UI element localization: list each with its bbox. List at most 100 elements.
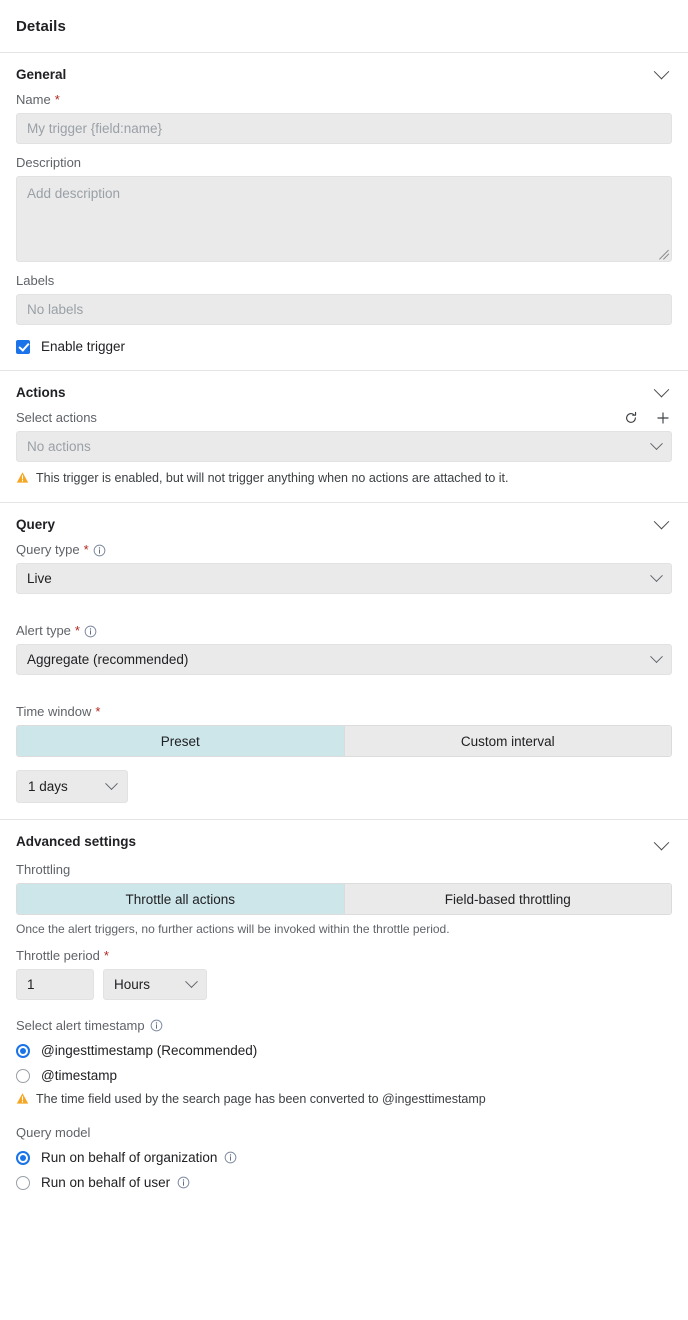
field-time-window: Time window * Preset Custom interval 1 d… <box>16 704 672 803</box>
advanced-title: Advanced settings <box>16 834 137 849</box>
select-actions-value: No actions <box>27 439 91 454</box>
required-marker: * <box>103 948 109 963</box>
general-collapse-toggle[interactable] <box>650 63 672 81</box>
alert-timestamp-label: Select alert timestamp <box>16 1018 145 1033</box>
timestamp-option-ingesttimestamp[interactable]: @ingesttimestamp (Recommended) <box>16 1043 672 1058</box>
timestamp-radio-ingesttimestamp[interactable] <box>16 1043 30 1058</box>
actions-warning-text: This trigger is enabled, but will not tr… <box>36 471 509 485</box>
chevron-down-icon <box>650 650 663 664</box>
time-window-option-preset[interactable]: Preset <box>17 726 344 756</box>
query-model-option-organization[interactable]: Run on behalf of organization <box>16 1150 672 1165</box>
timestamp-warning: The time field used by the search page h… <box>16 1091 672 1107</box>
description-placeholder: Add description <box>27 186 121 201</box>
query-model-text-organization: Run on behalf of organization <box>41 1150 218 1165</box>
field-name: Name * My trigger {field:name} <box>16 92 672 144</box>
throttle-period-label: Throttle period <box>16 948 100 963</box>
description-label-row: Description <box>16 155 672 171</box>
required-marker: * <box>83 542 89 557</box>
throttling-label: Throttling <box>16 862 71 877</box>
throttle-period-controls: 1 Hours <box>16 969 672 1000</box>
refresh-icon[interactable] <box>624 411 638 425</box>
section-actions: Actions Select actions No actions This t… <box>0 371 688 503</box>
enable-trigger-label: Enable trigger <box>41 339 126 354</box>
field-throttle-period: Throttle period * 1 Hours <box>16 948 672 1000</box>
name-label: Name <box>16 92 51 107</box>
info-icon[interactable] <box>84 625 97 638</box>
resize-handle-icon[interactable] <box>657 248 669 260</box>
enable-trigger-row[interactable]: Enable trigger <box>16 339 672 354</box>
time-window-option-custom-interval[interactable]: Custom interval <box>343 726 671 756</box>
throttling-option-field-based[interactable]: Field-based throttling <box>343 884 671 914</box>
query-model-radio-organization[interactable] <box>16 1150 30 1165</box>
field-labels: Labels No labels <box>16 273 672 325</box>
throttling-hint: Once the alert triggers, no further acti… <box>16 922 450 936</box>
query-model-option-user[interactable]: Run on behalf of user <box>16 1175 672 1190</box>
chevron-down-icon <box>653 834 669 850</box>
info-icon[interactable] <box>93 544 106 557</box>
timestamp-option-timestamp[interactable]: @timestamp <box>16 1068 672 1083</box>
field-alert-type: Alert type * Aggregate (recommended) <box>16 623 672 675</box>
actions-icon-group <box>624 411 672 425</box>
select-actions-label: Select actions <box>16 410 97 425</box>
throttling-option-all-actions[interactable]: Throttle all actions <box>17 884 344 914</box>
actions-collapse-toggle[interactable] <box>650 381 672 399</box>
throttle-period-input[interactable]: 1 <box>16 969 94 1000</box>
query-model-radio-user[interactable] <box>16 1175 30 1190</box>
advanced-collapse-toggle[interactable] <box>650 834 672 852</box>
info-icon[interactable] <box>150 1019 163 1032</box>
throttle-period-unit-dropdown[interactable]: Hours <box>103 969 207 1000</box>
alert-type-label-row: Alert type * <box>16 623 672 639</box>
chevron-down-icon <box>185 975 198 989</box>
plus-icon[interactable] <box>656 411 670 425</box>
preset-duration-value: 1 days <box>28 779 68 794</box>
time-window-label-row: Time window * <box>16 704 672 720</box>
query-model-text-user: Run on behalf of user <box>41 1175 171 1190</box>
select-actions-row: Select actions <box>16 410 672 426</box>
alert-type-value: Aggregate (recommended) <box>27 652 189 667</box>
warning-icon <box>16 1093 29 1104</box>
general-header: General <box>16 63 672 82</box>
chevron-down-icon <box>650 437 663 451</box>
enable-trigger-checkbox[interactable] <box>16 339 30 354</box>
query-collapse-toggle[interactable] <box>650 513 672 531</box>
time-window-label: Time window <box>16 704 92 719</box>
query-type-dropdown[interactable]: Live <box>16 563 672 594</box>
throttling-segmented-control: Throttle all actions Field-based throttl… <box>16 883 672 915</box>
required-marker: * <box>95 704 101 719</box>
chevron-down-icon <box>653 63 669 79</box>
chevron-down-icon <box>653 381 669 397</box>
timestamp-label-ingesttimestamp: @ingesttimestamp (Recommended) <box>41 1043 258 1058</box>
section-general: General Name * My trigger {field:name} D… <box>0 53 688 371</box>
alert-type-dropdown[interactable]: Aggregate (recommended) <box>16 644 672 675</box>
timestamp-label-timestamp: @timestamp <box>41 1068 117 1083</box>
timestamp-radio-timestamp[interactable] <box>16 1068 30 1083</box>
description-textarea[interactable]: Add description <box>16 176 672 262</box>
required-marker: * <box>74 623 80 638</box>
preset-duration-dropdown[interactable]: 1 days <box>16 770 128 803</box>
description-label: Description <box>16 155 82 170</box>
labels-label-row: Labels <box>16 273 672 289</box>
query-type-value: Live <box>27 571 52 586</box>
time-window-segmented-control: Preset Custom interval <box>16 725 672 757</box>
labels-input[interactable]: No labels <box>16 294 672 325</box>
labels-label: Labels <box>16 273 55 288</box>
query-model-label-user: Run on behalf of user <box>41 1175 190 1190</box>
chevron-down-icon <box>653 513 669 529</box>
select-actions-dropdown[interactable]: No actions <box>16 431 672 462</box>
throttle-period-unit-value: Hours <box>114 977 151 992</box>
timestamp-warning-text: The time field used by the search page h… <box>36 1092 486 1106</box>
alert-timestamp-label-row: Select alert timestamp <box>16 1018 672 1033</box>
throttle-period-label-row: Throttle period * <box>16 948 672 964</box>
query-model-label-organization: Run on behalf of organization <box>41 1150 237 1165</box>
query-type-label: Query type <box>16 542 80 557</box>
info-icon[interactable] <box>177 1176 190 1189</box>
query-type-label-row: Query type * <box>16 542 672 558</box>
actions-title: Actions <box>16 385 66 400</box>
query-model-label-row: Query model <box>16 1125 672 1140</box>
page-header: Details <box>0 0 688 53</box>
info-icon[interactable] <box>224 1151 237 1164</box>
query-title: Query <box>16 517 56 532</box>
name-input[interactable]: My trigger {field:name} <box>16 113 672 144</box>
section-advanced-settings: Advanced settings Throttling Throttle al… <box>0 820 688 1206</box>
name-label-row: Name * <box>16 92 672 108</box>
